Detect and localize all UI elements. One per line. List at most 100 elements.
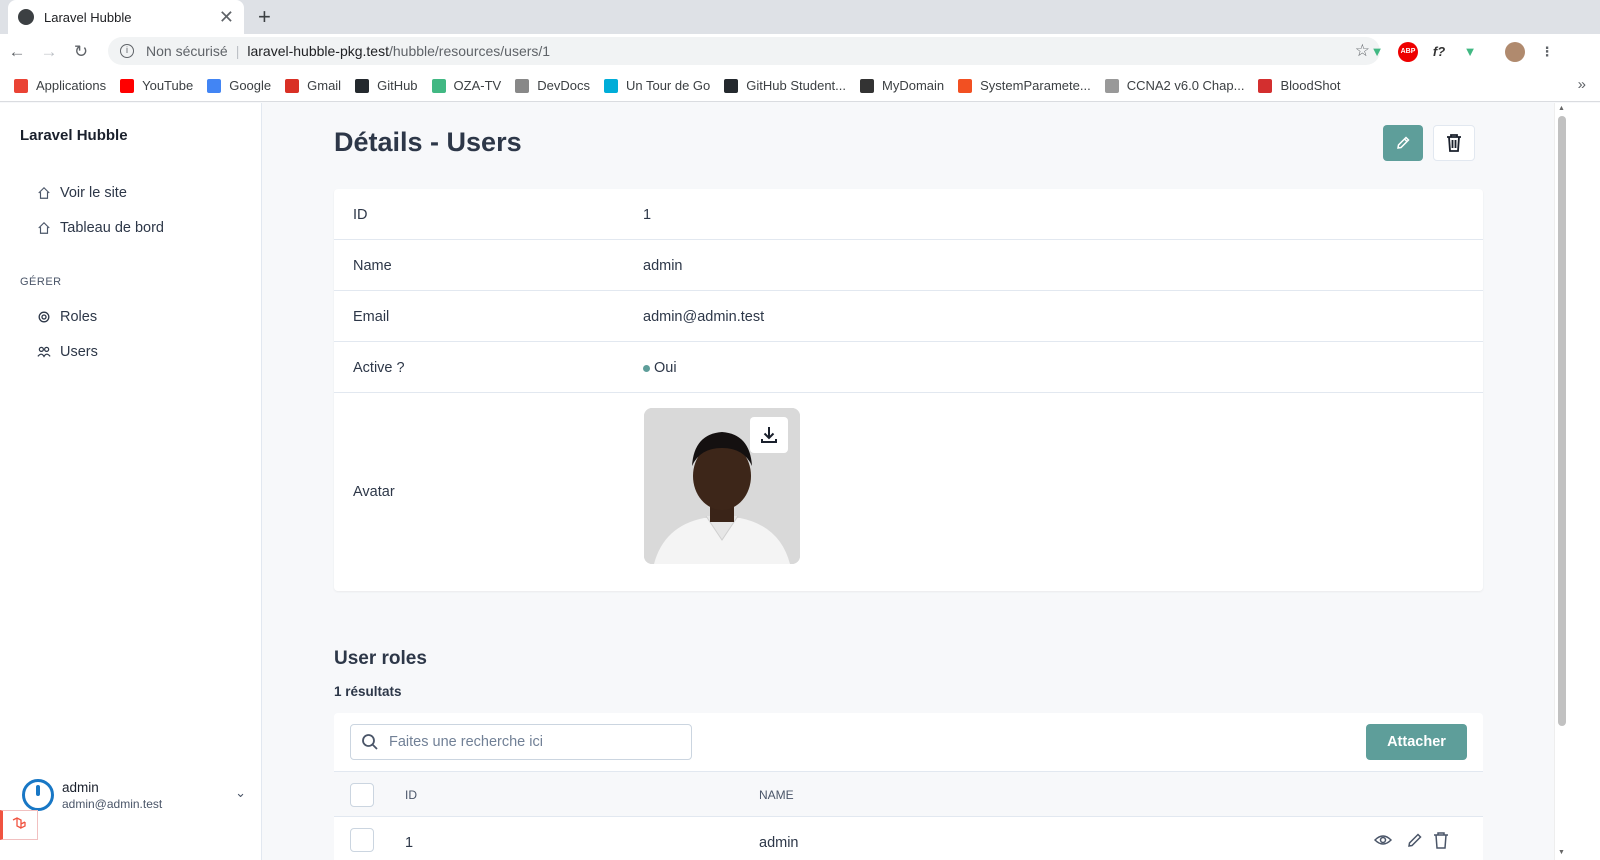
close-tab-icon[interactable]: ✕ bbox=[219, 7, 234, 28]
detail-row-id: ID 1 bbox=[334, 189, 1483, 240]
sidebar-item-label: Roles bbox=[60, 309, 98, 325]
chevron-down-icon[interactable]: ⌄ bbox=[235, 785, 246, 801]
user-email: admin@admin.test bbox=[62, 797, 163, 811]
bookmark-favicon-icon bbox=[355, 78, 370, 93]
search-box[interactable] bbox=[350, 724, 692, 760]
bookmark-item[interactable]: Gmail bbox=[285, 78, 341, 93]
adblock-icon[interactable]: ABP bbox=[1398, 42, 1418, 62]
field-value: 1 bbox=[643, 207, 652, 223]
search-icon bbox=[362, 734, 378, 750]
browser-toolbar: ← → ↻ i Non sécurisé | laravel-hubble-pk… bbox=[0, 34, 1600, 70]
download-icon bbox=[761, 427, 777, 443]
bookmark-favicon-icon bbox=[207, 78, 222, 93]
bookmark-item[interactable]: CCNA2 v6.0 Chap... bbox=[1104, 78, 1245, 93]
select-all-checkbox[interactable] bbox=[350, 783, 374, 807]
edit-button[interactable] bbox=[1383, 125, 1423, 161]
cell-id: 1 bbox=[405, 835, 414, 851]
field-label: ID bbox=[353, 207, 368, 223]
sidebar-item-users[interactable]: Users bbox=[37, 344, 98, 360]
bookmark-item[interactable]: MyDomain bbox=[860, 78, 944, 93]
trash-icon bbox=[1447, 134, 1461, 152]
bookmark-favicon-icon bbox=[14, 78, 28, 93]
back-icon[interactable]: ← bbox=[2, 42, 32, 62]
bookmark-label: YouTube bbox=[142, 78, 194, 93]
bookmark-favicon-icon bbox=[1258, 78, 1273, 93]
info-icon[interactable]: i bbox=[120, 44, 134, 58]
pencil-icon bbox=[1397, 136, 1410, 149]
field-label: Active ? bbox=[353, 360, 405, 376]
vue-devtools-icon[interactable]: ▼ bbox=[1367, 42, 1387, 62]
field-label: Avatar bbox=[353, 484, 395, 500]
delete-button[interactable] bbox=[1433, 125, 1475, 161]
bookmark-favicon-icon bbox=[285, 78, 300, 93]
menu-kebab-icon[interactable]: ⋮ bbox=[1537, 42, 1557, 62]
bookmark-item[interactable]: Applications bbox=[14, 78, 106, 93]
search-input[interactable] bbox=[389, 734, 689, 750]
sidebar-item-voir-le-site[interactable]: Voir le site bbox=[37, 185, 127, 201]
detail-row-active: Active ? Oui bbox=[334, 342, 1483, 393]
bookmark-item[interactable]: BloodShot bbox=[1258, 78, 1340, 93]
bookmark-item[interactable]: DevDocs bbox=[515, 78, 590, 93]
page-scrollbar[interactable]: ▲ ▼ bbox=[1554, 103, 1568, 860]
bookmark-favicon-icon bbox=[515, 78, 530, 93]
column-header-name[interactable]: NAME bbox=[759, 788, 794, 802]
results-count: 1 résultats bbox=[334, 684, 402, 699]
bookmark-favicon-icon bbox=[120, 78, 135, 93]
pencil-icon[interactable] bbox=[1406, 831, 1424, 849]
window-gutter bbox=[1568, 103, 1600, 860]
field-value: admin bbox=[643, 258, 683, 274]
download-button[interactable] bbox=[750, 417, 788, 453]
bookmark-item[interactable]: SystemParamete... bbox=[958, 78, 1091, 93]
browser-tab[interactable]: Laravel Hubble ✕ bbox=[8, 0, 244, 34]
table-row: 1 admin bbox=[334, 817, 1483, 860]
bookmark-favicon-icon bbox=[860, 78, 875, 93]
bookmark-item[interactable]: GitHub Student... bbox=[724, 78, 846, 93]
bookmark-label: CCNA2 v6.0 Chap... bbox=[1126, 78, 1245, 93]
scrollbar-thumb[interactable] bbox=[1558, 116, 1566, 726]
bookmark-label: Google bbox=[229, 78, 272, 93]
forward-icon[interactable]: → bbox=[34, 42, 64, 62]
column-header-id[interactable]: ID bbox=[405, 788, 417, 802]
sidebar-item-tableau-de-bord[interactable]: Tableau de bord bbox=[37, 220, 164, 236]
bookmark-item[interactable]: Google bbox=[207, 78, 271, 93]
vue-extension-icon[interactable]: ▼ bbox=[1460, 42, 1480, 62]
brand-title[interactable]: Laravel Hubble bbox=[20, 127, 128, 144]
sidebar-item-label: Users bbox=[60, 344, 98, 360]
bookmark-favicon-icon bbox=[1104, 78, 1119, 93]
status-dot-icon bbox=[643, 364, 650, 372]
address-bar[interactable]: i Non sécurisé | laravel-hubble-pkg.test… bbox=[108, 37, 1380, 65]
bookmark-label: OZA-TV bbox=[453, 78, 502, 93]
new-tab-button[interactable]: + bbox=[258, 4, 271, 30]
bookmarks-overflow-icon[interactable]: » bbox=[1578, 76, 1586, 93]
attach-button[interactable]: Attacher bbox=[1366, 724, 1467, 760]
detail-row-avatar: Avatar bbox=[334, 393, 1483, 591]
page-title: Détails - Users bbox=[334, 127, 522, 157]
trash-icon[interactable] bbox=[1432, 831, 1450, 849]
font-finder-icon[interactable]: f? bbox=[1429, 42, 1449, 62]
profile-avatar-icon[interactable] bbox=[1505, 42, 1525, 62]
eye-icon[interactable] bbox=[1374, 831, 1392, 849]
sidebar-item-roles[interactable]: Roles bbox=[37, 309, 97, 325]
details-card: ID 1 Name admin Email admin@admin.test A… bbox=[334, 189, 1483, 591]
bookmark-item[interactable]: OZA-TV bbox=[431, 78, 502, 93]
row-checkbox[interactable] bbox=[350, 828, 374, 852]
bookmark-item[interactable]: YouTube bbox=[120, 78, 193, 93]
status-text: Oui bbox=[654, 360, 677, 376]
url-path: /hubble/resources/users/1 bbox=[388, 43, 551, 59]
sidebar-item-label: Voir le site bbox=[60, 185, 127, 201]
laravel-logo-icon bbox=[12, 817, 26, 830]
main-content: Détails - Users ID 1 Name admin Email ad… bbox=[263, 103, 1554, 860]
laravel-debugbar-icon[interactable] bbox=[0, 810, 38, 840]
security-label: Non sécurisé bbox=[146, 43, 228, 59]
bookmark-label: Gmail bbox=[307, 78, 342, 93]
scroll-down-icon[interactable]: ▼ bbox=[1558, 849, 1565, 856]
detail-row-name: Name admin bbox=[334, 240, 1483, 291]
user-menu[interactable]: admin admin@admin.test ⌄ bbox=[22, 779, 250, 815]
bookmark-item[interactable]: GitHub bbox=[355, 78, 418, 93]
scroll-up-icon[interactable]: ▲ bbox=[1558, 105, 1565, 112]
reload-icon[interactable]: ↻ bbox=[66, 42, 96, 62]
bookmark-favicon-icon bbox=[724, 78, 739, 93]
bookmark-label: GitHub bbox=[377, 78, 418, 93]
bookmark-item[interactable]: Un Tour de Go bbox=[603, 78, 710, 93]
bookmark-label: DevDocs bbox=[537, 78, 590, 93]
